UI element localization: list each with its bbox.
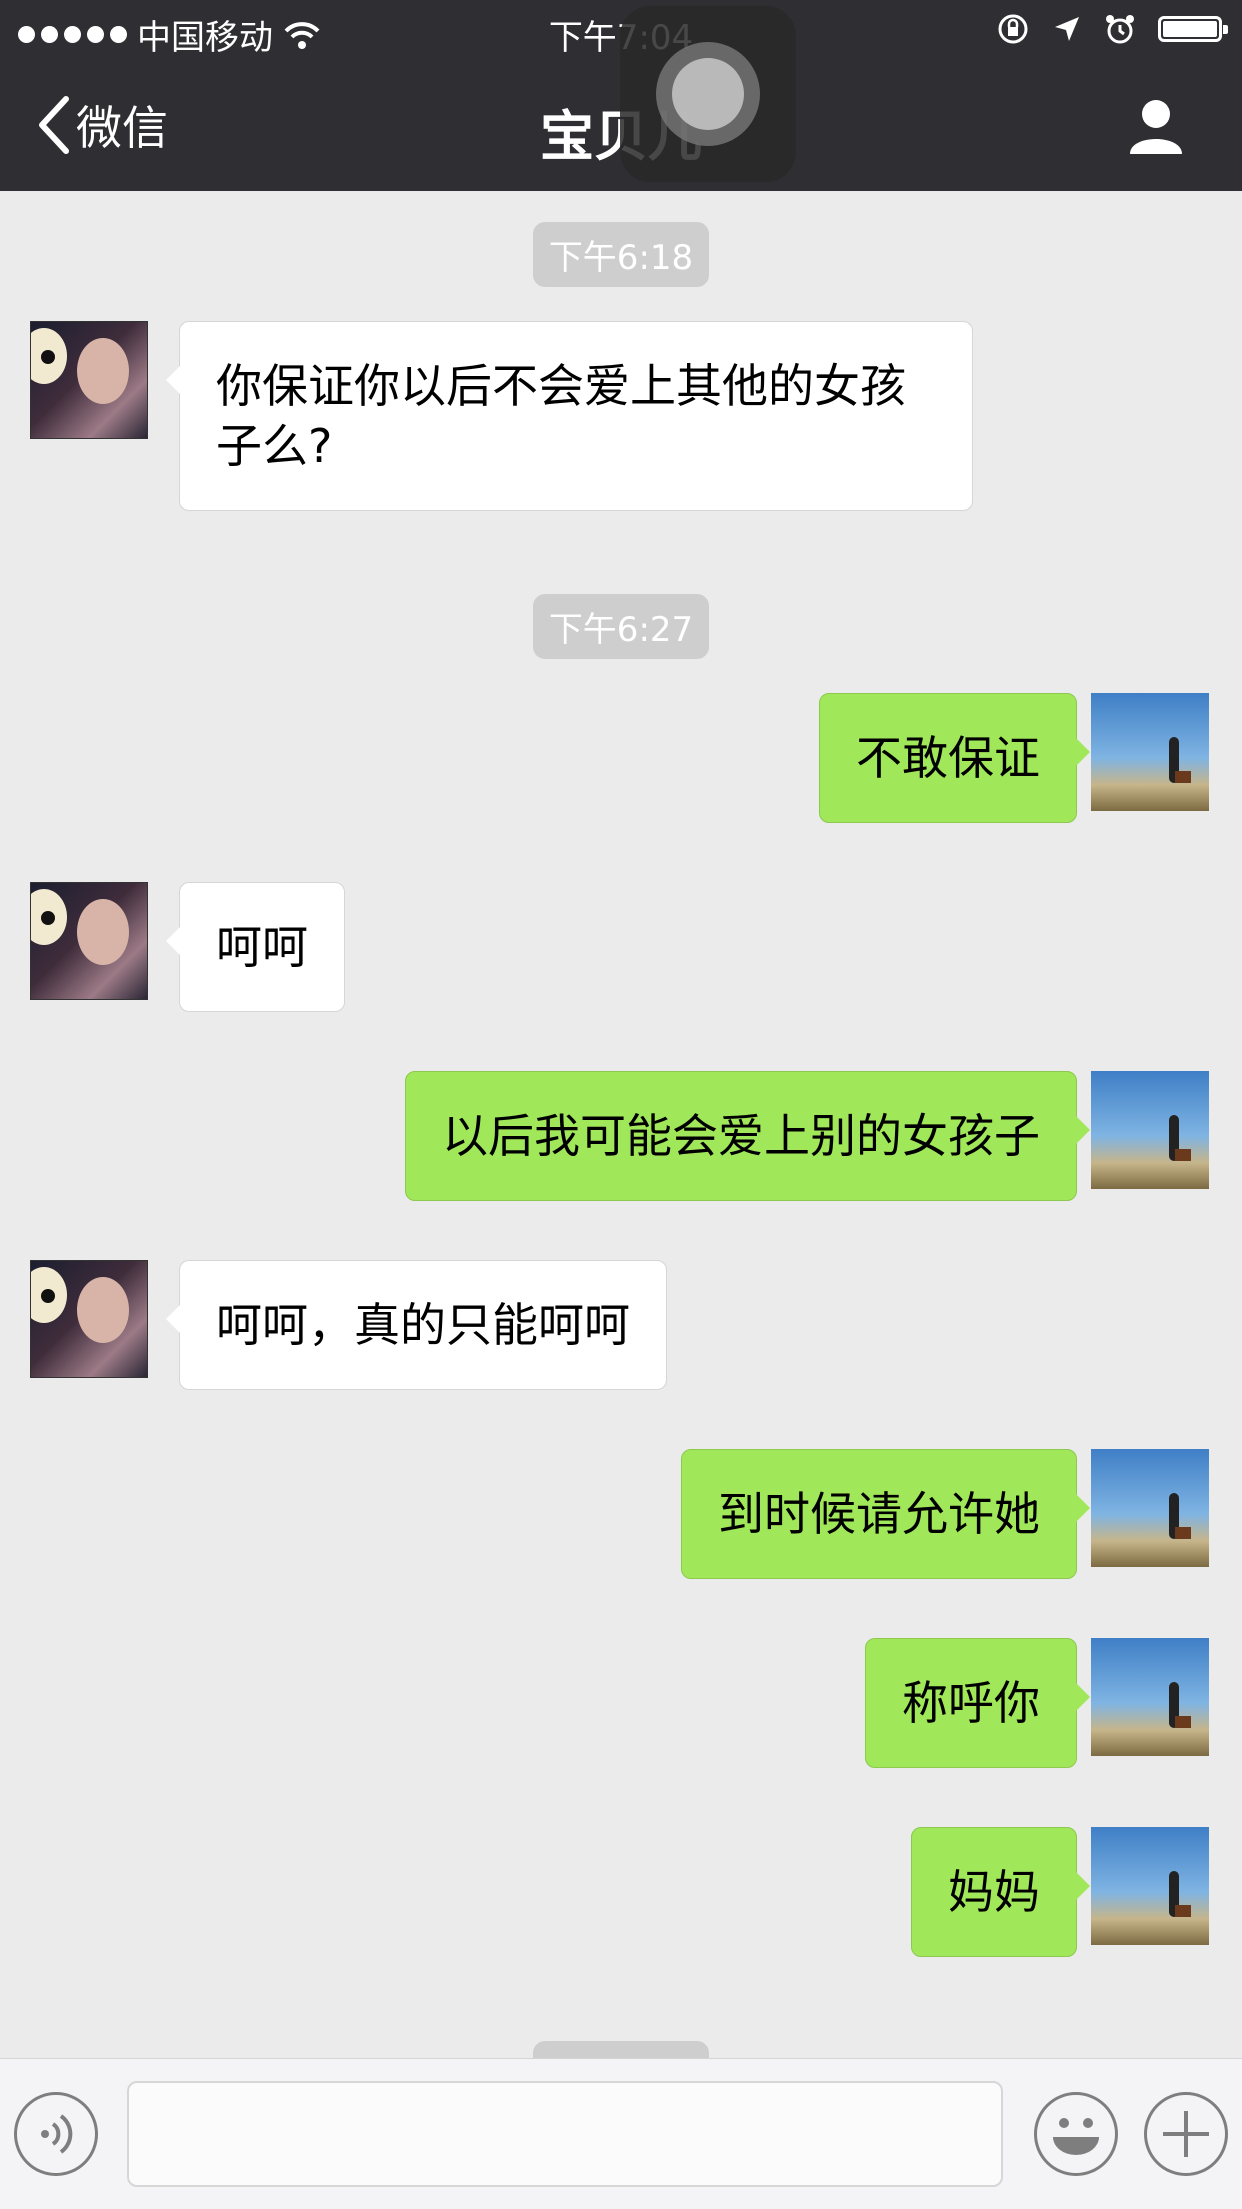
my-avatar[interactable] bbox=[1091, 1827, 1209, 1945]
message-bubble-incoming[interactable]: 你保证你以后不会爱上其他的女孩子么? bbox=[166, 321, 973, 511]
my-avatar[interactable] bbox=[1091, 1638, 1209, 1756]
timestamp: 下午6:18 bbox=[0, 222, 1242, 287]
chat-messages[interactable]: 下午6:18 你保证你以后不会爱上其他的女孩子么? 下午6:27 不敢保证 呵呵… bbox=[0, 191, 1242, 2058]
message-bubble-outgoing[interactable]: 以后我可能会爱上别的女孩子 bbox=[405, 1071, 1090, 1201]
voice-button[interactable] bbox=[14, 2092, 98, 2176]
timestamp-partial: 下午0:00 bbox=[0, 2041, 1242, 2058]
emoji-icon bbox=[1053, 2118, 1099, 2155]
location-icon bbox=[1055, 17, 1079, 41]
top-bar: 中国移动 下午7:04 bbox=[0, 0, 1242, 191]
my-avatar[interactable] bbox=[1091, 1449, 1209, 1567]
message-bubble-incoming[interactable]: 呵呵，真的只能呵呵 bbox=[166, 1260, 667, 1390]
voice-icon bbox=[41, 2114, 73, 2154]
my-avatar[interactable] bbox=[1091, 693, 1209, 811]
orientation-lock-icon bbox=[998, 14, 1028, 44]
message-bubble-incoming[interactable]: 呵呵 bbox=[166, 882, 345, 1012]
plus-button[interactable] bbox=[1144, 2092, 1228, 2176]
my-avatar[interactable] bbox=[1091, 1071, 1209, 1189]
timestamp: 下午6:27 bbox=[0, 594, 1242, 659]
message-bubble-outgoing[interactable]: 称呼你 bbox=[865, 1638, 1090, 1768]
emoji-button[interactable] bbox=[1034, 2092, 1118, 2176]
plus-icon bbox=[1163, 2111, 1209, 2157]
message-bubble-outgoing[interactable]: 到时候请允许她 bbox=[681, 1449, 1090, 1579]
message-bubble-outgoing[interactable]: 妈妈 bbox=[911, 1827, 1090, 1957]
contact-avatar[interactable] bbox=[30, 882, 148, 1000]
person-icon[interactable] bbox=[1126, 96, 1186, 156]
contact-avatar[interactable] bbox=[30, 1260, 148, 1378]
contact-avatar[interactable] bbox=[30, 321, 148, 439]
input-bar bbox=[0, 2058, 1242, 2209]
message-input[interactable] bbox=[127, 2081, 1003, 2187]
message-bubble-outgoing[interactable]: 不敢保证 bbox=[819, 693, 1090, 823]
alarm-icon bbox=[1106, 15, 1134, 44]
battery-icon bbox=[1158, 16, 1228, 42]
assistive-touch-button[interactable] bbox=[620, 6, 796, 182]
